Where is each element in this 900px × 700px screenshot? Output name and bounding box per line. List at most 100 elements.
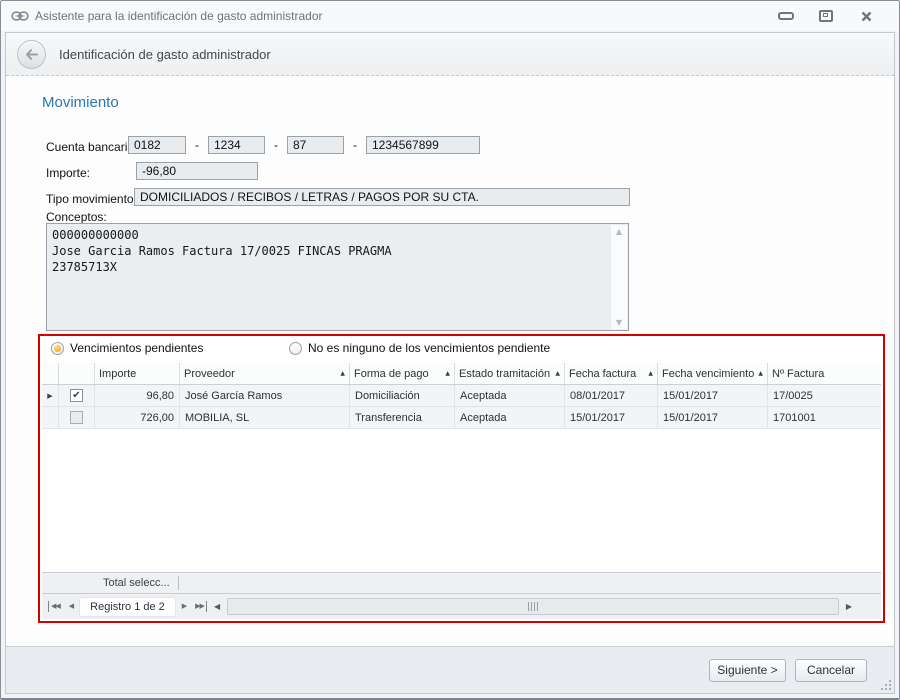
radio-no-es-ninguno[interactable]: No es ninguno de los vencimientos pendie… [289, 341, 550, 355]
cuenta-numero-field[interactable]: 1234567899 [366, 136, 480, 154]
column-header-importe[interactable]: Importe [95, 363, 180, 384]
bottom-bar: Siguiente > Cancelar [6, 646, 894, 693]
column-header-no-factura[interactable]: Nº Factura [768, 363, 881, 384]
cell-fecha-factura: 15/01/2017 [565, 407, 658, 428]
maximize-button[interactable] [817, 8, 835, 24]
cuenta-entidad-field[interactable]: 0182 [128, 136, 186, 154]
cell-fecha-factura: 08/01/2017 [565, 385, 658, 406]
cell-fecha-vencimiento: 15/01/2017 [658, 385, 768, 406]
grid-empty-area [42, 429, 881, 572]
radio-group: Vencimientos pendientes No es ninguno de… [40, 341, 883, 359]
close-button[interactable] [857, 8, 875, 24]
chain-link-icon [11, 11, 29, 21]
cuenta-dc-field[interactable]: 87 [287, 136, 344, 154]
radio-label: Vencimientos pendientes [70, 341, 204, 355]
cuenta-bancaria-label: Cuenta bancaria: [46, 140, 138, 154]
title-bar: Asistente para la identificación de gast… [1, 1, 899, 31]
minimize-icon [778, 12, 794, 20]
column-header-label: Fecha vencimiento [662, 367, 755, 380]
cell-estado-tramitacion: Aceptada [455, 385, 565, 406]
grid-footer: Total selecc... [42, 572, 881, 593]
main-panel: Identificación de gasto administrador Mo… [5, 32, 895, 694]
column-header-label: Fecha factura [569, 367, 637, 380]
sort-asc-icon: ▲ [648, 370, 653, 377]
table-row[interactable]: ▶ ✔ 96,80 José García Ramos Domiciliació… [42, 385, 881, 407]
scroll-up-icon[interactable]: ▲ [611, 227, 627, 236]
horizontal-scrollbar[interactable] [227, 598, 839, 615]
total-selected-label: Total selecc... [103, 576, 179, 590]
window-title: Asistente para la identificación de gast… [35, 9, 323, 23]
close-icon [861, 11, 871, 21]
current-row-icon: ▶ [47, 391, 53, 400]
tipo-movimiento-field[interactable]: DOMICILIADOS / RECIBOS / LETRAS / PAGOS … [134, 188, 630, 206]
conceptos-field[interactable]: 000000000000 Jose Garcia Ramos Factura 1… [46, 223, 629, 331]
radio-unselected-icon [289, 341, 302, 355]
window-controls [777, 8, 875, 24]
vencimientos-grid: Importe Proveedor ▲ Forma de pago ▲ Esta… [42, 363, 881, 619]
checkbox-unchecked[interactable] [70, 411, 83, 424]
radio-selected-icon [51, 341, 64, 355]
nav-next-button[interactable]: ▶ [180, 601, 188, 612]
cell-forma-de-pago: Transferencia [350, 407, 455, 428]
cuenta-bancaria-fields: 0182 - 1234 - 87 - 1234567899 [128, 136, 480, 154]
back-arrow-icon [26, 48, 38, 60]
row-selector-cell: ▶ [42, 385, 59, 406]
grid-navigator: ◀◀ ◀ Registro 1 de 2 ▶ ▶▶ ◀ ▶ [42, 593, 881, 619]
minimize-button[interactable] [777, 8, 795, 24]
column-header-forma-de-pago[interactable]: Forma de pago ▲ [350, 363, 455, 384]
scroll-right-icon[interactable]: ▶ [844, 600, 854, 613]
radio-vencimientos-pendientes[interactable]: Vencimientos pendientes [51, 341, 203, 355]
cell-no-factura: 1701001 [773, 411, 816, 424]
cell-importe: 726,00 [95, 407, 180, 428]
conceptos-scrollbar[interactable]: ▲ ▼ [611, 225, 627, 329]
cell-proveedor: MOBILIA, SL [180, 407, 350, 428]
column-header-label: Nº Factura [772, 367, 825, 380]
cell-estado-tramitacion: Aceptada [455, 407, 565, 428]
cell-forma-de-pago: Domiciliación [350, 385, 455, 406]
cell-no-factura: 17/0025 [773, 389, 813, 402]
maximize-icon [819, 10, 833, 22]
cell-fecha-vencimiento: 15/01/2017 [658, 407, 768, 428]
section-title: Movimiento [42, 94, 119, 111]
back-button[interactable] [17, 39, 46, 69]
conceptos-text: 000000000000 Jose Garcia Ramos Factura 1… [52, 228, 392, 274]
next-button[interactable]: Siguiente > [709, 658, 786, 682]
column-header-label: Proveedor [184, 367, 235, 380]
checkbox-column-header [59, 363, 95, 384]
nav-first-button[interactable]: ◀◀ [48, 601, 62, 612]
importe-field[interactable]: -96,80 [136, 162, 258, 180]
column-header-proveedor[interactable]: Proveedor ▲ [180, 363, 350, 384]
vencimientos-section: Vencimientos pendientes No es ninguno de… [38, 334, 885, 623]
scroll-left-icon[interactable]: ◀ [212, 600, 222, 613]
column-header-estado-tramitacion[interactable]: Estado tramitación ▲ [455, 363, 565, 384]
wizard-header: Identificación de gasto administrador [6, 33, 894, 76]
importe-label: Importe: [46, 166, 91, 180]
grid-header-row: Importe Proveedor ▲ Forma de pago ▲ Esta… [42, 363, 881, 385]
column-header-fecha-vencimiento[interactable]: Fecha vencimiento ▲ [658, 363, 768, 384]
radio-label: No es ninguno de los vencimientos pendie… [308, 341, 551, 355]
sort-asc-icon: ▲ [758, 370, 763, 377]
checkbox-checked[interactable]: ✔ [70, 389, 83, 402]
page-title: Identificación de gasto administrador [59, 46, 271, 62]
cell-importe: 96,80 [95, 385, 180, 406]
sort-asc-icon: ▲ [555, 370, 560, 377]
column-header-label: Importe [99, 367, 137, 380]
wizard-window: Asistente para la identificación de gast… [0, 0, 900, 700]
cuenta-oficina-field[interactable]: 1234 [208, 136, 265, 154]
nav-last-button[interactable]: ▶▶ [193, 601, 207, 612]
cell-proveedor: José García Ramos [180, 385, 350, 406]
cancel-button[interactable]: Cancelar [795, 658, 867, 682]
cuenta-separator: - [274, 138, 278, 152]
column-header-label: Estado tramitación [459, 367, 551, 380]
resize-grip[interactable] [879, 678, 891, 690]
scroll-down-icon[interactable]: ▼ [611, 318, 627, 327]
table-row[interactable]: 726,00 MOBILIA, SL Transferencia Aceptad… [42, 407, 881, 429]
tipo-movimiento-label: Tipo movimiento: [46, 192, 137, 206]
cuenta-separator: - [353, 138, 357, 152]
column-header-fecha-factura[interactable]: Fecha factura ▲ [565, 363, 658, 384]
sort-asc-icon: ▲ [340, 370, 345, 377]
nav-prev-button[interactable]: ◀ [67, 601, 75, 612]
row-selector-header [42, 363, 59, 384]
row-checkbox-cell [59, 407, 95, 428]
conceptos-label: Conceptos: [46, 210, 107, 224]
